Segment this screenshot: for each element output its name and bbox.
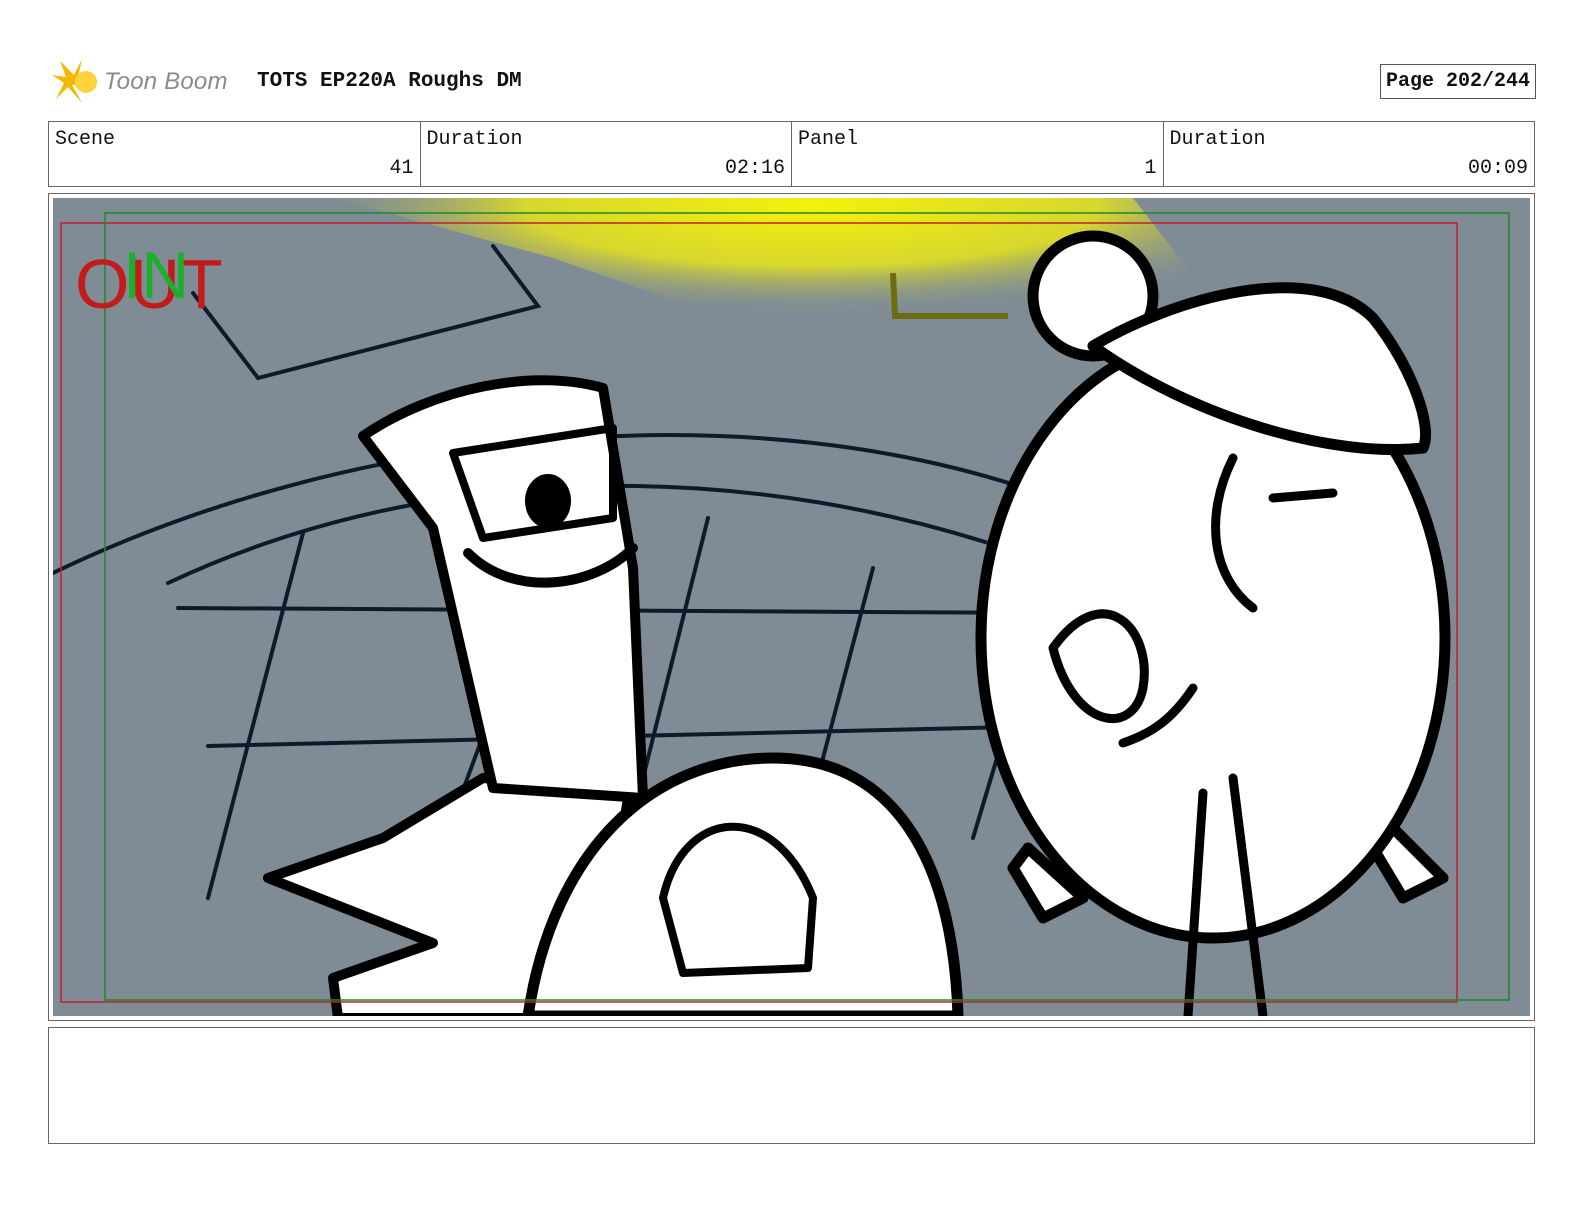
storyboard-panel-frame: OUT IN: [48, 193, 1535, 1021]
panel-label: Panel: [798, 128, 859, 151]
page-number: Page 202/244: [1379, 64, 1536, 99]
panel-value: 1: [1144, 157, 1157, 180]
logo-text: Toon Boom: [104, 68, 228, 95]
panel-duration-cell: Duration 00:09: [1164, 122, 1535, 186]
scene-duration-label: Duration: [426, 128, 523, 151]
scene-label: Scene: [55, 128, 116, 151]
in-marker: IN: [123, 238, 189, 312]
toon-boom-logo: Toon Boom: [52, 58, 228, 106]
panel-duration-label: Duration: [1169, 128, 1266, 151]
document-title: TOTS EP220A Roughs DM: [257, 70, 522, 93]
panel-cell: Panel 1: [792, 122, 1164, 186]
panel-notes: [48, 1027, 1535, 1144]
starburst-icon: [52, 59, 98, 103]
panel-duration-value: 00:09: [1467, 157, 1528, 180]
scene-duration-value: 02:16: [724, 157, 785, 180]
scene-duration-cell: Duration 02:16: [421, 122, 792, 186]
scene-info-row: Scene 41 Duration 02:16 Panel 1 Duration…: [48, 121, 1535, 187]
page-header: Toon Boom TOTS EP220A Roughs DM Page 202…: [52, 56, 1536, 106]
storyboard-drawing: OUT IN: [53, 198, 1530, 1016]
scene-value: 41: [389, 157, 414, 180]
scene-cell: Scene 41: [49, 122, 421, 186]
